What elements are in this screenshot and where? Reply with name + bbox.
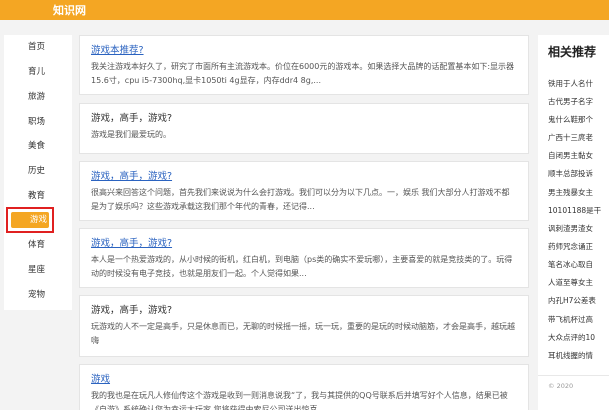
- sidebar-item-food[interactable]: 美食: [4, 135, 72, 157]
- sidebar-item-sports[interactable]: 体育: [4, 234, 72, 256]
- related-link[interactable]: 铁用于人名什: [548, 78, 609, 89]
- related-link[interactable]: 人道至尊女主: [548, 277, 609, 288]
- related-link[interactable]: 内孔H7公差表: [548, 295, 609, 306]
- article-card[interactable]: 游戏，高手，游戏? 玩游戏的人不一定是高手，只是休息而已，无聊的时候摇一摇，玩一…: [79, 295, 529, 357]
- article-card[interactable]: 游戏，高手，游戏? 很高兴来回答这个问题，首先我们来说说为什么会打游戏。我们可以…: [79, 161, 529, 221]
- sidebar-item-games[interactable]: 游戏: [6, 207, 54, 233]
- sidebar-item-label: 宠物: [28, 290, 46, 300]
- sidebar-item-label: 育儿: [28, 67, 46, 77]
- sidebar-item-label: 星座: [28, 265, 46, 275]
- related-link[interactable]: 耳机线握的情: [548, 350, 609, 361]
- related-link[interactable]: 讽刺渣男渣女: [548, 223, 609, 234]
- copyright-text: © 2020: [548, 382, 574, 390]
- article-excerpt: 本人是一个热爱游戏的，从小时候的街机，红白机，到电脑（ps类的确实不爱玩哪），主…: [91, 255, 513, 278]
- site-logo[interactable]: 知识网: [53, 2, 86, 18]
- article-card[interactable]: 游戏，高手，游戏? 游戏是我们最爱玩的。: [79, 103, 529, 154]
- article-excerpt: 我关注游戏本好久了，研究了市面所有主流游戏本。价位在6000元的游戏本。如果选择…: [91, 62, 515, 85]
- related-link[interactable]: 古代男子名字: [548, 96, 609, 107]
- related-link[interactable]: 10101188是干: [548, 205, 609, 216]
- sidebar-item-label: 体育: [28, 240, 46, 250]
- article-feed: 游戏本推荐? 我关注游戏本好久了，研究了市面所有主流游戏本。价位在6000元的游…: [79, 35, 529, 410]
- related-recommendations: 相关推荐 铁用于人名什 古代男子名字 鬼什么鞋那个 广西十三庹老 自闭男主黏女 …: [538, 35, 609, 410]
- sidebar-item-history[interactable]: 历史: [4, 160, 72, 182]
- article-title-link[interactable]: 游戏，高手，游戏?: [91, 170, 516, 184]
- article-card[interactable]: 游戏本推荐? 我关注游戏本好久了，研究了市面所有主流游戏本。价位在6000元的游…: [79, 35, 529, 95]
- sidebar-item-career[interactable]: 职场: [4, 111, 72, 133]
- article-excerpt: 游戏是我们最爱玩的。: [91, 130, 171, 139]
- related-title: 相关推荐: [548, 45, 597, 59]
- sidebar-item-label: 旅游: [28, 92, 46, 102]
- sidebar-item-education[interactable]: 教育: [4, 185, 72, 207]
- sidebar-item-parenting[interactable]: 育儿: [4, 61, 72, 83]
- sidebar-item-horoscope[interactable]: 星座: [4, 259, 72, 281]
- footer-divider: [538, 375, 609, 376]
- related-link[interactable]: 男主残暴女主: [548, 187, 609, 198]
- related-link[interactable]: 大众点评的10: [548, 332, 609, 343]
- related-link[interactable]: 鬼什么鞋那个: [548, 114, 609, 125]
- related-link[interactable]: 广西十三庹老: [548, 132, 609, 143]
- sidebar-item-label: 游戏: [30, 215, 48, 225]
- sidebar-item-label: 教育: [28, 191, 46, 201]
- sidebar-item-travel[interactable]: 旅游: [4, 86, 72, 108]
- article-title[interactable]: 游戏，高手，游戏?: [91, 112, 516, 126]
- related-link[interactable]: 顺丰总部投诉: [548, 168, 609, 179]
- related-link[interactable]: 自闭男主黏女: [548, 150, 609, 161]
- article-card[interactable]: 游戏，高手，游戏? 本人是一个热爱游戏的，从小时候的街机，红白机，到电脑（ps类…: [79, 228, 529, 288]
- category-sidebar: 首页 育儿 旅游 职场 美食 历史 教育 游戏 体育 星座 宠物: [4, 35, 72, 310]
- sidebar-item-home[interactable]: 首页: [4, 36, 72, 58]
- article-title-link[interactable]: 游戏，高手，游戏?: [91, 237, 516, 251]
- sidebar-item-label: 美食: [28, 141, 46, 151]
- article-title[interactable]: 游戏，高手，游戏?: [91, 304, 516, 318]
- article-excerpt: 我的我也是在玩凡人修仙传这个游戏是收到一则消息说我“了，我与其提供的QQ号联系后…: [91, 391, 508, 410]
- article-title-link[interactable]: 游戏: [91, 373, 516, 387]
- sidebar-item-pets[interactable]: 宠物: [4, 284, 72, 306]
- sidebar-item-label: 历史: [28, 166, 46, 176]
- article-excerpt: 很高兴来回答这个问题，首先我们来说说为什么会打游戏。我们可以分为以下几点。一，娱…: [91, 188, 510, 211]
- related-link[interactable]: 药师咒念诵正: [548, 241, 609, 252]
- sidebar-item-label: 首页: [28, 42, 46, 52]
- article-card[interactable]: 游戏 我的我也是在玩凡人修仙传这个游戏是收到一则消息说我“了，我与其提供的QQ号…: [79, 364, 529, 410]
- related-link[interactable]: 带飞机杯过高: [548, 314, 609, 325]
- sidebar-item-label: 职场: [28, 117, 46, 127]
- article-title-link[interactable]: 游戏本推荐?: [91, 44, 516, 58]
- related-link[interactable]: 笔名冰心取自: [548, 259, 609, 270]
- article-excerpt: 玩游戏的人不一定是高手，只是休息而已，无聊的时候摇一摇，玩一玩，重要的是玩的时候…: [91, 322, 515, 345]
- top-header: 知识网: [0, 0, 609, 20]
